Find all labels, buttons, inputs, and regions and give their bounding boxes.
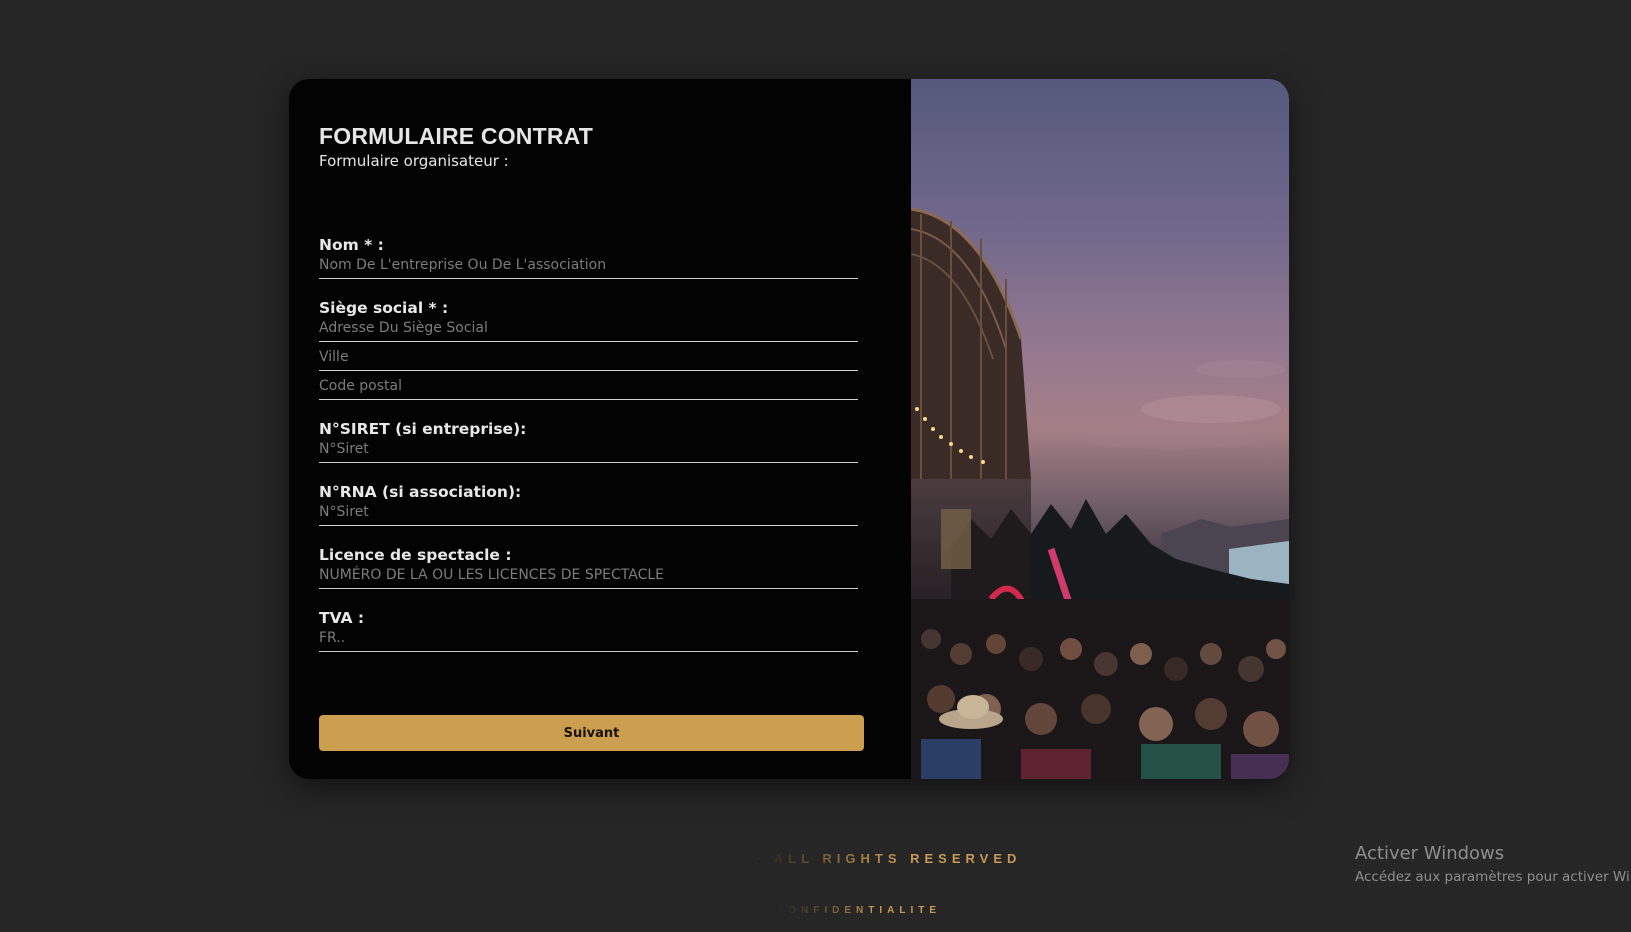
siret-input[interactable]: N°Siret xyxy=(319,436,858,463)
concert-crowd-photo xyxy=(911,79,1289,779)
activate-windows-subtitle: Accédez aux paramètres pour activer Wind… xyxy=(1355,869,1631,885)
confidentiality-link[interactable]: CONFIDENTIALITÉ xyxy=(776,905,941,916)
form-title: FORMULAIRE CONTRAT xyxy=(319,123,594,149)
tva-input[interactable]: FR.. xyxy=(319,625,858,652)
siege-address-input[interactable]: Adresse Du Siège Social xyxy=(319,315,858,342)
concert-scene-illustration xyxy=(911,207,1289,779)
contract-form-card: FORMULAIRE CONTRAT Formulaire organisate… xyxy=(289,79,1289,779)
form-subtitle: Formulaire organisateur : xyxy=(319,152,509,170)
rna-input[interactable]: N°Siret xyxy=(319,499,858,526)
siege-postal-code-input[interactable]: Code postal xyxy=(319,373,858,400)
rights-reserved-text: . ALL RIGHTS RESERVED xyxy=(757,851,1022,866)
licence-input[interactable]: NUMÉRO DE LA OU LES LICENCES DE SPECTACL… xyxy=(319,562,858,589)
next-button[interactable]: Suivant xyxy=(319,715,864,751)
activate-windows-title: Activer Windows xyxy=(1355,843,1505,864)
siege-city-input[interactable]: Ville xyxy=(319,344,858,371)
nom-input[interactable]: Nom De L'entreprise Ou De L'association xyxy=(319,252,858,279)
form-pane: FORMULAIRE CONTRAT Formulaire organisate… xyxy=(289,79,911,779)
